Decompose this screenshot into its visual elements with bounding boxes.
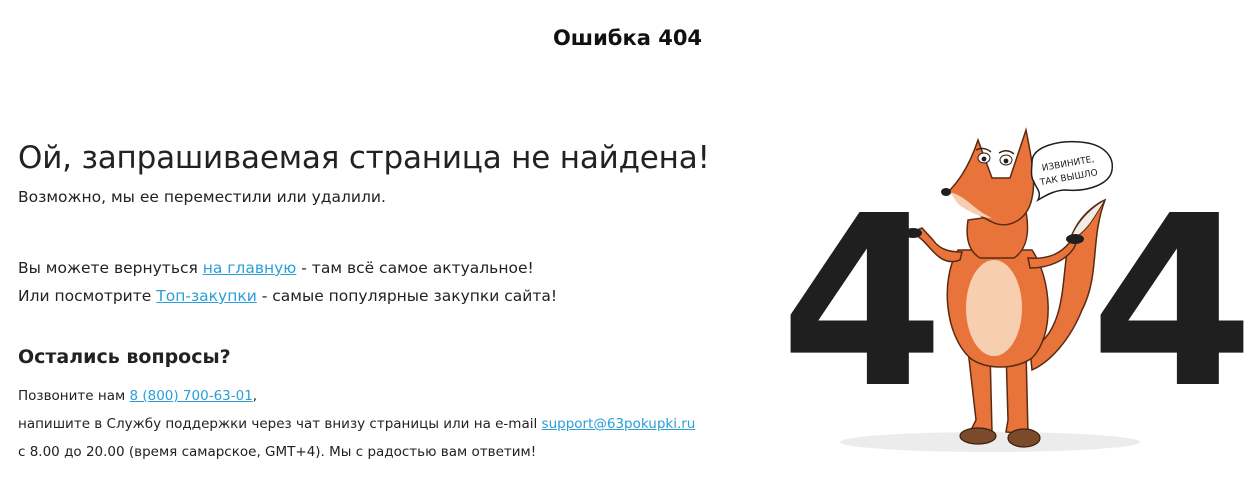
hours-line: с 8.00 до 20.00 (время самарское, GMT+4)… [18, 444, 537, 460]
error-content: Ой, запрашиваемая страница не найдена! В… [18, 140, 738, 466]
home-suggestion-suffix: - там всё самое актуальное! [296, 259, 534, 277]
error-subline: Возможно, мы ее переместили или удалили. [18, 188, 386, 206]
home-suggestion-prefix: Вы можете вернуться [18, 259, 203, 277]
top-purchases-suffix: - самые популярные закупки сайта! [256, 287, 558, 305]
error-headline: Ой, запрашиваемая страница не найдена! [18, 140, 710, 176]
page-title: Ошибка 404 [552, 26, 703, 50]
phone-line: Позвоните нам 8 (800) 700-63-01, [18, 382, 738, 410]
top-purchases-link[interactable]: Топ-закупки [156, 287, 257, 305]
questions-title: Остались вопросы? [18, 346, 231, 368]
digit-left: 4 [780, 165, 944, 440]
email-prefix: напишите в Службу поддержки через чат вн… [18, 416, 542, 432]
home-suggestion-line: Вы можете вернуться на главную - там всё… [18, 254, 738, 282]
contact-info: Позвоните нам 8 (800) 700-63-01, напишит… [18, 382, 738, 466]
email-line: напишите в Службу поддержки через чат вн… [18, 410, 738, 438]
top-purchases-suggestion-line: Или посмотрите Топ-закупки - самые попул… [18, 282, 738, 310]
navigation-suggestions: Вы можете вернуться на главную - там всё… [18, 254, 738, 310]
phone-prefix: Позвоните нам [18, 388, 130, 404]
phone-link[interactable]: 8 (800) 700-63-01 [129, 388, 252, 404]
digit-right: 4 [1090, 165, 1251, 440]
top-purchases-prefix: Или посмотрите [18, 287, 157, 305]
fox-404-illustration: 4 4 ИЗВИНИТЕ, ТАК ВЫШЛО [770, 100, 1251, 484]
email-link[interactable]: support@63pokupki.ru [542, 416, 696, 432]
phone-suffix: , [252, 388, 258, 404]
home-link[interactable]: на главную [203, 259, 297, 277]
